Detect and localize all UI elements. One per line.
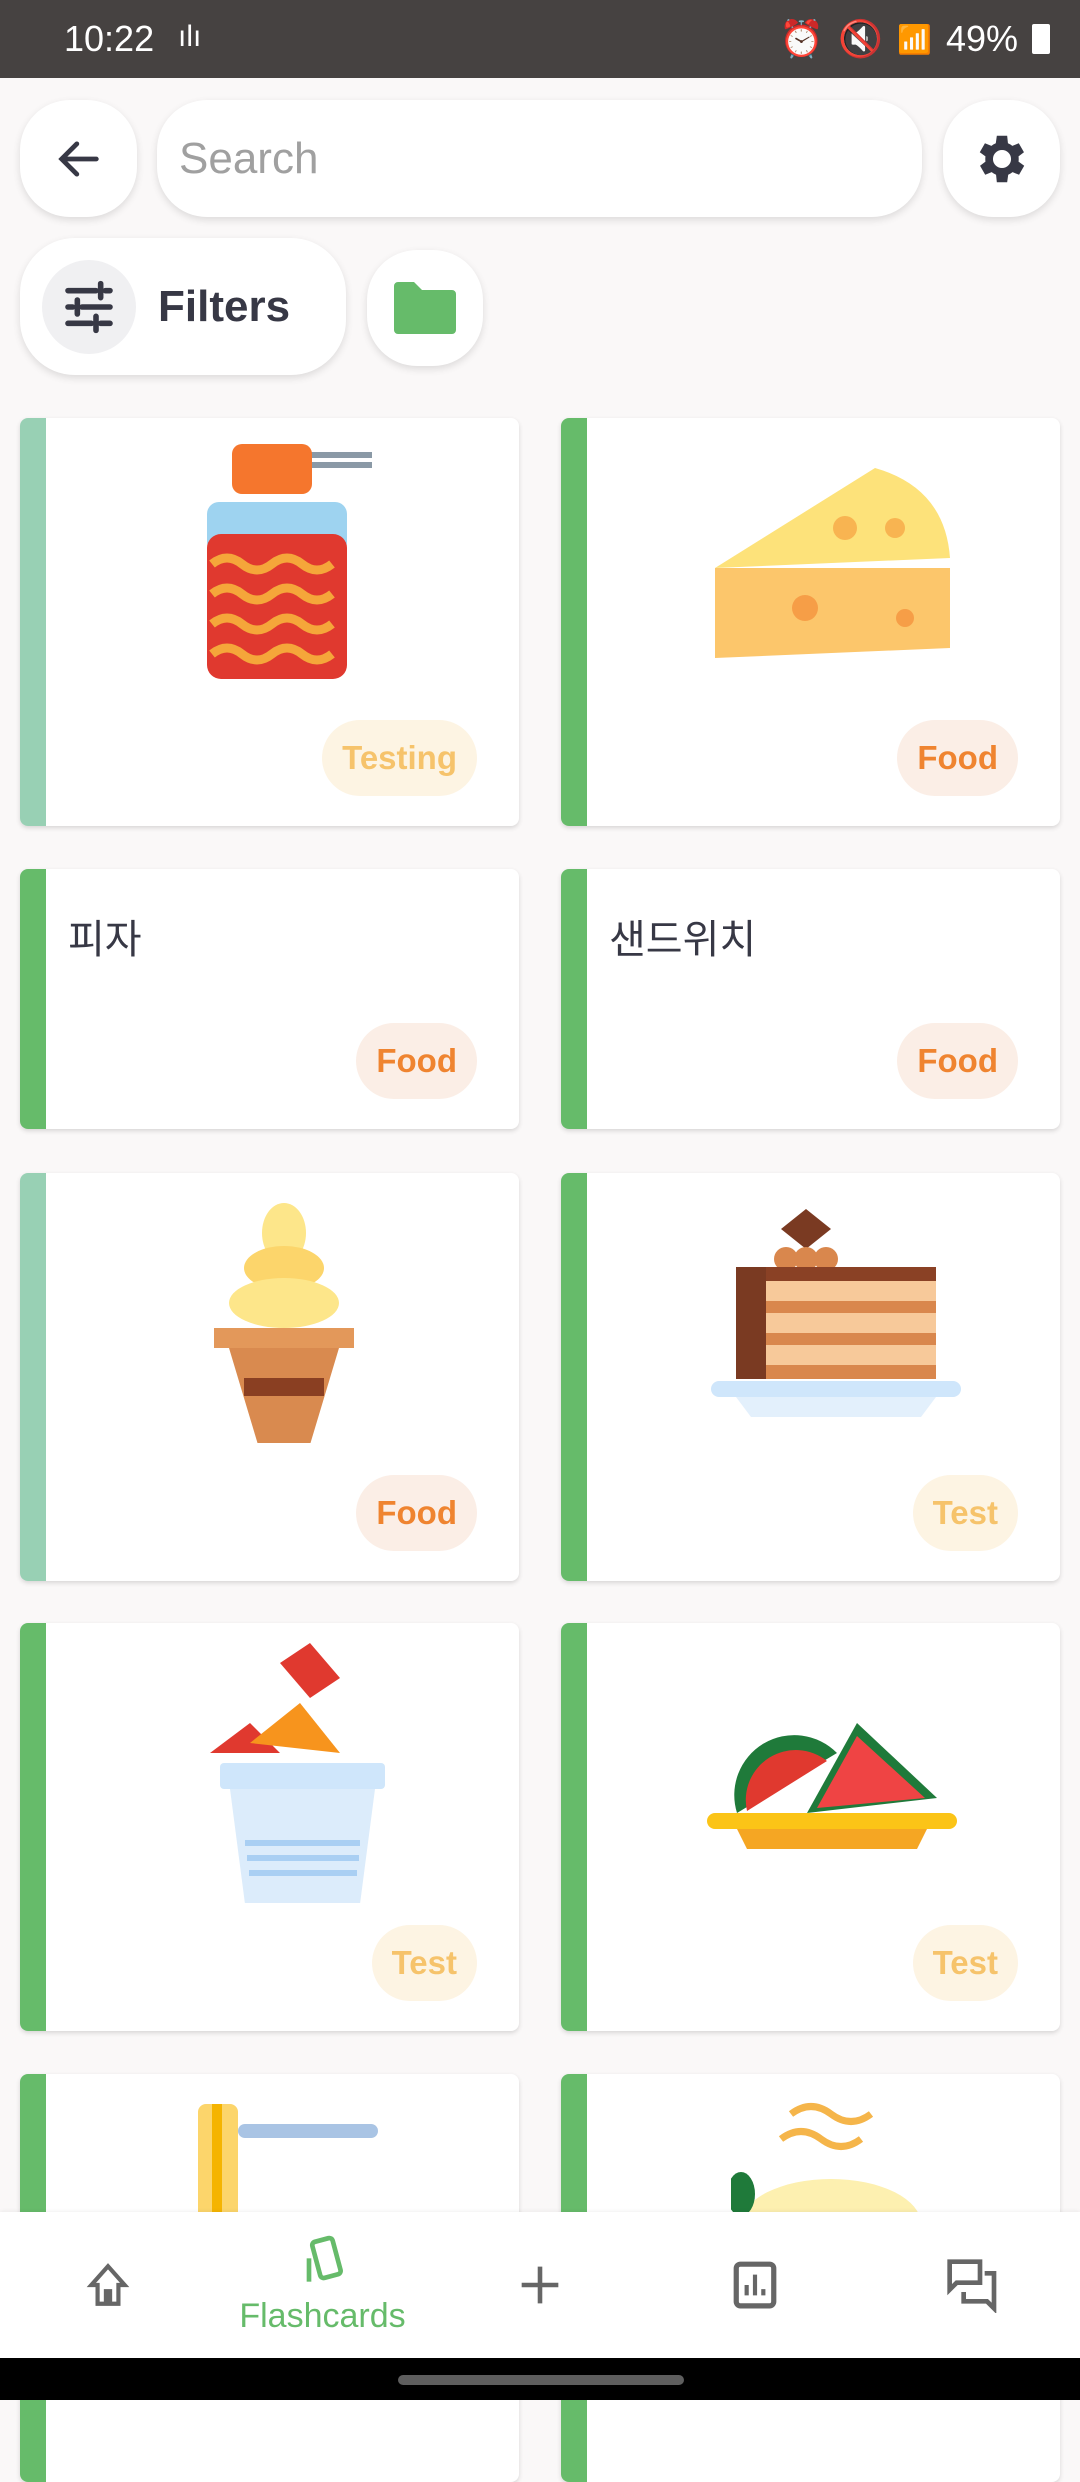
flashcard[interactable]: Test: [561, 1623, 1060, 2031]
settings-button[interactable]: [943, 100, 1060, 217]
watermelon-plate-image: [706, 1723, 957, 1849]
folder-icon: [394, 282, 456, 334]
search-input[interactable]: [157, 100, 922, 217]
home-icon: [86, 2263, 129, 2306]
flashcards-icon: [306, 2235, 343, 2282]
mute-icon: 🔇: [838, 18, 884, 59]
back-button[interactable]: [20, 100, 137, 217]
card-stripe: [561, 418, 587, 826]
card-title: 샌드위치: [609, 918, 757, 962]
wifi-icon: 📶: [897, 23, 932, 55]
nav-flashcards[interactable]: Flashcards: [210, 2212, 435, 2358]
nav-chat[interactable]: [935, 2212, 1010, 2358]
status-time: 10:22: [64, 18, 155, 59]
nav-flashcards-label: Flashcards: [239, 2296, 406, 2335]
battery-icon: [1032, 24, 1050, 54]
filters-button[interactable]: Filters: [20, 238, 346, 375]
category-badge: Test: [912, 1475, 1018, 1551]
flashcard[interactable]: 피자 Food: [20, 869, 519, 1129]
card-title: 피자: [68, 918, 142, 962]
nav-add[interactable]: [500, 2212, 580, 2358]
battery-text: 49%: [945, 18, 1018, 59]
alarm-icon: ⏰: [779, 18, 825, 59]
plus-icon: [521, 2266, 559, 2304]
sliders-icon: [42, 259, 136, 354]
category-badge: Test: [912, 1925, 1018, 2001]
flashcard[interactable]: Test: [561, 1173, 1060, 1581]
card-stripe: [20, 1173, 46, 1581]
flashcard[interactable]: Food: [561, 418, 1060, 826]
layer-cake-image: [710, 1209, 961, 1417]
home-gesture-handle[interactable]: [398, 2375, 684, 2385]
card-stripe: [20, 418, 46, 826]
folder-button[interactable]: [367, 250, 483, 366]
flashcard[interactable]: Testing: [20, 418, 519, 826]
ice-cream-cone-image: [213, 1203, 354, 1443]
system-nav-bar: [0, 2358, 1080, 2400]
status-bar: 10:22 ılı ⏰ 🔇 📶 49%: [0, 0, 1080, 78]
card-stripe: [561, 1623, 587, 2031]
nav-stats[interactable]: [720, 2212, 790, 2358]
category-badge: Food: [356, 1023, 477, 1099]
category-badge: Testing: [322, 720, 477, 796]
activity-icon: ılı: [178, 20, 202, 53]
fried-snack-cup-image: [209, 1643, 385, 1903]
bar-chart-icon: [733, 2261, 777, 2309]
category-badge: Food: [897, 720, 1018, 796]
nav-home[interactable]: [70, 2212, 145, 2358]
bottom-nav: Flashcards: [0, 2212, 1080, 2358]
flashcard[interactable]: Test: [20, 1623, 519, 2031]
card-stripe: [561, 1173, 587, 1581]
card-stripe: [20, 1623, 46, 2031]
filters-label: Filters: [158, 281, 291, 331]
cheese-image: [714, 468, 950, 658]
chat-icon: [946, 2259, 996, 2313]
tteokbokki-cup-image: [206, 444, 372, 679]
category-badge: Test: [371, 1925, 477, 2001]
arrow-left-icon: [57, 140, 99, 177]
flashcard[interactable]: Food: [20, 1173, 519, 1581]
gear-icon: [979, 135, 1024, 182]
card-stripe: [561, 869, 587, 1129]
card-stripe: [20, 869, 46, 1129]
category-badge: Food: [356, 1475, 477, 1551]
category-badge: Food: [897, 1023, 1018, 1099]
flashcard[interactable]: 샌드위치 Food: [561, 869, 1060, 1129]
